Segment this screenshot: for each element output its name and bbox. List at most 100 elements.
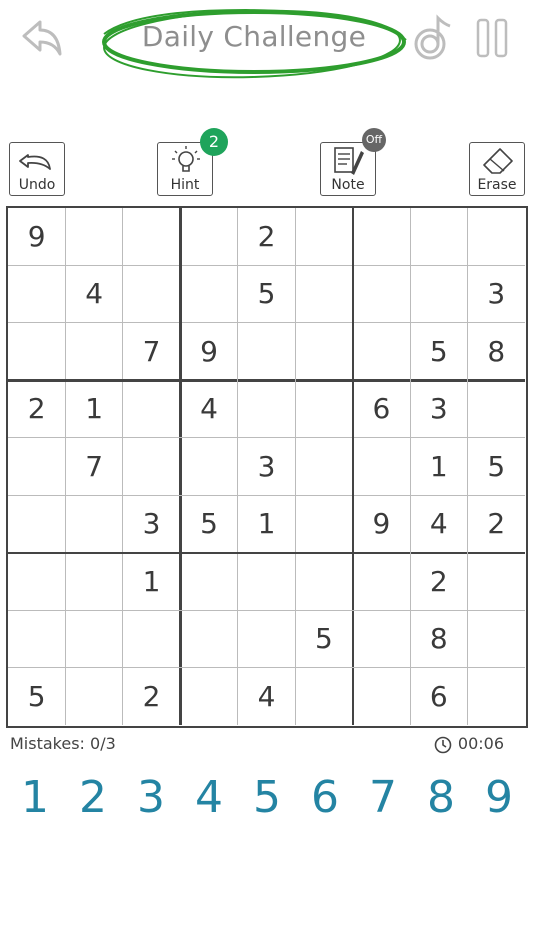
undo-button[interactable]: Undo [9, 142, 65, 196]
sudoku-cell[interactable]: 2 [8, 380, 65, 437]
sudoku-cell[interactable]: 3 [468, 265, 525, 322]
sudoku-cell[interactable]: 6 [353, 380, 410, 437]
sudoku-cell[interactable] [180, 668, 237, 725]
digit-key-3[interactable]: 3 [125, 768, 177, 828]
music-note-icon[interactable] [412, 14, 456, 62]
sudoku-cell[interactable]: 2 [410, 553, 467, 610]
sudoku-cell[interactable]: 1 [238, 495, 295, 552]
sudoku-cell[interactable]: 3 [123, 495, 180, 552]
sudoku-cell[interactable]: 6 [410, 668, 467, 725]
sudoku-cell[interactable]: 2 [468, 495, 525, 552]
sudoku-cell[interactable] [295, 208, 352, 265]
sudoku-cell[interactable]: 8 [468, 323, 525, 380]
sudoku-cell[interactable] [468, 553, 525, 610]
sudoku-cell[interactable]: 3 [238, 438, 295, 495]
sudoku-cell[interactable] [353, 438, 410, 495]
sudoku-cell[interactable]: 4 [238, 668, 295, 725]
sudoku-cell[interactable] [295, 438, 352, 495]
digit-key-9[interactable]: 9 [473, 768, 525, 828]
sudoku-cell[interactable] [65, 495, 122, 552]
number-pad: 123456789 [0, 768, 534, 828]
sudoku-cell[interactable]: 7 [65, 438, 122, 495]
sudoku-cell[interactable]: 5 [295, 610, 352, 667]
sudoku-cell[interactable] [353, 668, 410, 725]
sudoku-cell[interactable] [353, 208, 410, 265]
sudoku-cell[interactable] [8, 495, 65, 552]
sudoku-cell[interactable]: 9 [8, 208, 65, 265]
sudoku-cell[interactable] [123, 208, 180, 265]
sudoku-cell[interactable] [410, 208, 467, 265]
sudoku-cell[interactable] [65, 323, 122, 380]
sudoku-cell[interactable] [353, 553, 410, 610]
back-arrow-icon[interactable] [18, 16, 66, 60]
sudoku-cell[interactable] [180, 553, 237, 610]
digit-key-6[interactable]: 6 [299, 768, 351, 828]
sudoku-cell[interactable] [295, 668, 352, 725]
sudoku-cell[interactable] [468, 380, 525, 437]
sudoku-cell[interactable] [65, 668, 122, 725]
sudoku-cell[interactable] [180, 265, 237, 322]
sudoku-cell[interactable]: 1 [65, 380, 122, 437]
sudoku-cell[interactable] [65, 208, 122, 265]
sudoku-cell[interactable]: 4 [65, 265, 122, 322]
digit-key-7[interactable]: 7 [357, 768, 409, 828]
erase-button[interactable]: Erase [469, 142, 525, 196]
digit-key-1[interactable]: 1 [9, 768, 61, 828]
sudoku-cell[interactable]: 9 [180, 323, 237, 380]
sudoku-cell[interactable] [123, 380, 180, 437]
sudoku-cell[interactable]: 7 [123, 323, 180, 380]
sudoku-cell[interactable] [295, 553, 352, 610]
sudoku-cell[interactable]: 2 [238, 208, 295, 265]
pause-icon[interactable] [474, 16, 510, 60]
sudoku-cell[interactable] [123, 265, 180, 322]
sudoku-cell[interactable]: 5 [8, 668, 65, 725]
sudoku-cell[interactable] [8, 610, 65, 667]
sudoku-cell[interactable] [238, 323, 295, 380]
sudoku-cell[interactable]: 9 [353, 495, 410, 552]
sudoku-cell[interactable]: 1 [123, 553, 180, 610]
sudoku-cell[interactable]: 8 [410, 610, 467, 667]
digit-key-5[interactable]: 5 [241, 768, 293, 828]
timer-value: 00:06 [457, 734, 504, 753]
sudoku-cell[interactable] [468, 208, 525, 265]
sudoku-cell[interactable]: 5 [238, 265, 295, 322]
sudoku-cell[interactable] [180, 610, 237, 667]
sudoku-cell[interactable] [8, 553, 65, 610]
sudoku-cell[interactable] [238, 553, 295, 610]
digit-key-8[interactable]: 8 [415, 768, 467, 828]
sudoku-cell[interactable] [353, 610, 410, 667]
sudoku-cell[interactable] [65, 553, 122, 610]
sudoku-cell[interactable]: 2 [123, 668, 180, 725]
sudoku-cell[interactable] [180, 438, 237, 495]
sudoku-cell[interactable]: 5 [468, 438, 525, 495]
sudoku-cell[interactable]: 3 [410, 380, 467, 437]
sudoku-cell[interactable]: 5 [410, 323, 467, 380]
digit-key-4[interactable]: 4 [183, 768, 235, 828]
sudoku-cell[interactable] [123, 610, 180, 667]
sudoku-cell[interactable] [468, 668, 525, 725]
sudoku-cell[interactable]: 4 [180, 380, 237, 437]
sudoku-cell[interactable] [65, 610, 122, 667]
digit-key-2[interactable]: 2 [67, 768, 119, 828]
title-area: Daily Challenge [96, 4, 412, 82]
sudoku-cell[interactable] [295, 323, 352, 380]
sudoku-cell[interactable]: 4 [410, 495, 467, 552]
sudoku-cell[interactable] [353, 265, 410, 322]
sudoku-cell[interactable] [8, 265, 65, 322]
sudoku-cell[interactable] [295, 265, 352, 322]
sudoku-cell[interactable] [295, 495, 352, 552]
sudoku-cell[interactable] [180, 208, 237, 265]
sudoku-cell[interactable] [8, 438, 65, 495]
sudoku-cell[interactable]: 1 [410, 438, 467, 495]
sudoku-cell[interactable] [123, 438, 180, 495]
sudoku-cell[interactable] [8, 323, 65, 380]
sudoku-cell[interactable] [353, 323, 410, 380]
mistakes-counter: Mistakes: 0/3 [10, 734, 116, 753]
sudoku-cell[interactable] [238, 610, 295, 667]
sudoku-cell[interactable] [295, 380, 352, 437]
sudoku-cell[interactable] [238, 380, 295, 437]
clock-icon [434, 736, 452, 753]
sudoku-cell[interactable] [468, 610, 525, 667]
sudoku-cell[interactable] [410, 265, 467, 322]
sudoku-cell[interactable]: 5 [180, 495, 237, 552]
